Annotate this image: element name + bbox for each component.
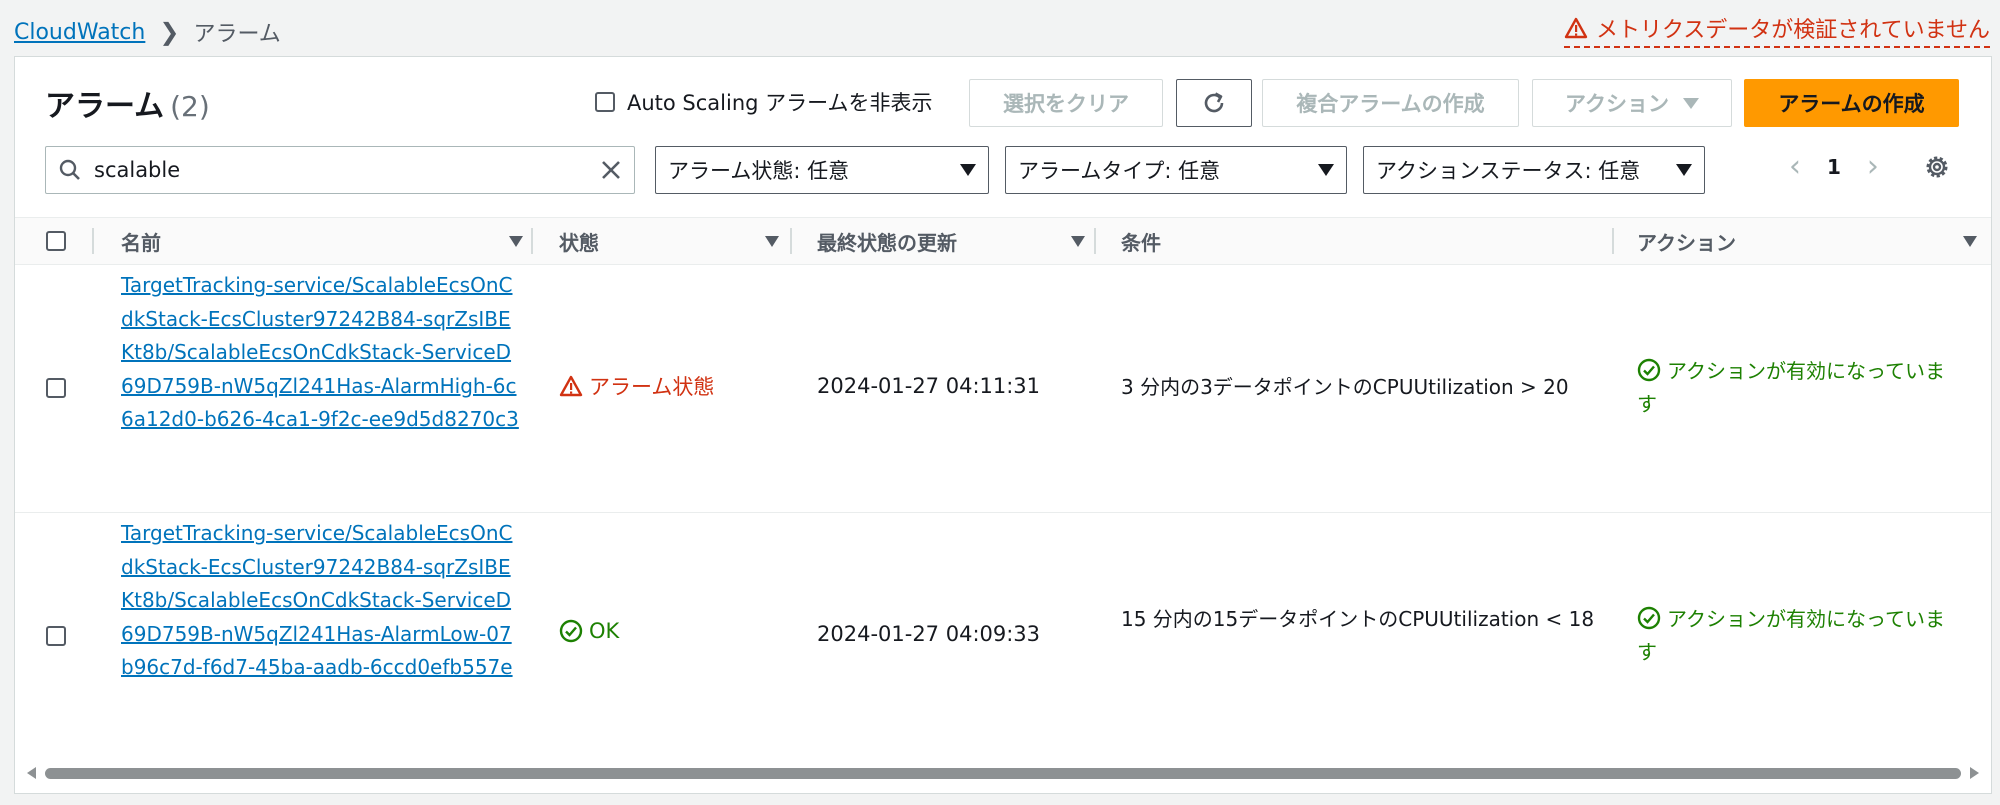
hide-autoscaling-label: Auto Scaling アラームを非表示 <box>627 91 933 115</box>
alarm-type-select-value: アラームタイプ: 任意 <box>1018 159 1221 183</box>
warning-icon <box>559 375 583 397</box>
condition-cell: 15 分内の15データポイントのCPUUtilization < 18 <box>1121 607 1595 631</box>
sort-icon <box>1963 236 1977 247</box>
check-circle-icon <box>1637 358 1661 382</box>
next-page-icon[interactable]: › <box>1867 149 1879 184</box>
column-header-name[interactable]: 名前 <box>121 218 531 264</box>
clear-search-icon[interactable] <box>600 159 622 181</box>
column-header-actions-label: アクション <box>1637 230 1736 255</box>
column-divider <box>790 228 792 254</box>
breadcrumb-current: アラーム <box>193 22 281 47</box>
scroll-right-icon[interactable] <box>1970 767 1979 779</box>
caret-down-icon <box>1318 164 1334 176</box>
hide-autoscaling-toggle[interactable]: Auto Scaling アラームを非表示 <box>595 87 933 117</box>
settings-gear-icon[interactable] <box>1923 153 1951 181</box>
column-divider <box>531 228 533 254</box>
refresh-button[interactable] <box>1176 79 1252 127</box>
create-alarm-button[interactable]: アラームの作成 <box>1744 79 1959 127</box>
warning-icon <box>1564 17 1588 39</box>
check-circle-icon <box>559 619 583 643</box>
column-header-condition: 条件 <box>1121 218 1601 264</box>
alarm-name-link[interactable]: TargetTracking-service/ScalableEcsOnCdkS… <box>121 273 519 431</box>
condition-cell: 3 分内の3データポイントのCPUUtilization > 20 <box>1121 375 1569 399</box>
column-header-state-label: 状態 <box>559 230 599 255</box>
column-divider <box>1612 228 1614 254</box>
pagination: ‹ 1 › <box>1789 149 1879 184</box>
horizontal-scrollbar[interactable] <box>23 764 1983 782</box>
alarm-state-text: OK <box>589 619 620 643</box>
check-circle-icon <box>1637 606 1661 630</box>
sort-icon <box>509 236 523 247</box>
column-header-condition-label: 条件 <box>1121 230 1161 255</box>
alarm-name-cell: TargetTracking-service/ScalableEcsOnCdkS… <box>121 517 521 685</box>
row-checkbox[interactable] <box>46 378 66 398</box>
column-header-state[interactable]: 状態 <box>559 218 787 264</box>
select-all-checkbox[interactable] <box>46 231 66 251</box>
clear-selection-button[interactable]: 選択をクリア <box>969 79 1163 127</box>
column-header-last-update-label: 最終状態の更新 <box>817 230 957 255</box>
page-title: アラーム <box>45 89 165 124</box>
table-row: TargetTracking-service/ScalableEcsOnCdkS… <box>15 513 1991 761</box>
alarm-name-cell: TargetTracking-service/ScalableEcsOnCdkS… <box>121 269 521 437</box>
caret-down-icon <box>1676 164 1692 176</box>
previous-page-icon[interactable]: ‹ <box>1789 149 1801 184</box>
create-composite-alarm-button[interactable]: 複合アラームの作成 <box>1262 79 1519 127</box>
search-input[interactable]: scalable <box>94 158 588 182</box>
alarm-type-select[interactable]: アラームタイプ: 任意 <box>1005 146 1347 194</box>
caret-down-icon <box>1682 97 1699 109</box>
sort-icon <box>765 236 779 247</box>
metric-data-warning[interactable]: メトリクスデータが検証されていません <box>1563 12 1990 48</box>
panel-header: アラーム (2) <box>45 81 210 125</box>
last-update-cell: 2024-01-27 04:11:31 <box>817 374 1041 398</box>
actions-dropdown-button[interactable]: アクション <box>1532 79 1732 127</box>
alarm-state-select[interactable]: アラーム状態: 任意 <box>655 146 989 194</box>
alarm-state-text: アラーム状態 <box>589 375 715 399</box>
scrollbar-thumb[interactable] <box>45 768 1961 779</box>
alarm-count: (2) <box>170 90 210 123</box>
column-divider <box>92 228 94 254</box>
alarm-state-cell: OK <box>559 619 619 643</box>
table-row: TargetTracking-service/ScalableEcsOnCdkS… <box>15 265 1991 513</box>
column-header-last-update[interactable]: 最終状態の更新 <box>817 218 1099 264</box>
actions-status-cell: アクションが有効になっています <box>1637 355 1957 421</box>
search-icon <box>59 159 80 180</box>
actions-dropdown-label: アクション <box>1565 92 1669 116</box>
refresh-icon <box>1204 92 1224 113</box>
actions-status-text: アクションが有効になっています <box>1637 359 1945 416</box>
scroll-left-icon[interactable] <box>27 767 36 779</box>
last-update-cell: 2024-01-27 04:09:33 <box>817 622 1041 646</box>
breadcrumb: CloudWatch ❯ アラーム <box>14 14 281 50</box>
alarm-name-link[interactable]: TargetTracking-service/ScalableEcsOnCdkS… <box>121 521 513 679</box>
current-page-number[interactable]: 1 <box>1827 155 1841 179</box>
row-checkbox[interactable] <box>46 626 66 646</box>
chevron-right-icon: ❯ <box>159 18 180 46</box>
search-field[interactable]: scalable <box>45 146 635 194</box>
alarms-panel: アラーム (2) Auto Scaling アラームを非表示 選択をクリア 複合… <box>14 56 1992 794</box>
table-header: 名前 状態 最終状態の更新 条件 アクション <box>15 217 1991 265</box>
action-status-select-value: アクションステータス: 任意 <box>1376 159 1641 183</box>
column-divider <box>1094 228 1096 254</box>
alarm-state-cell: アラーム状態 <box>559 371 714 401</box>
column-header-actions[interactable]: アクション <box>1637 218 1977 264</box>
hide-autoscaling-checkbox[interactable] <box>595 92 615 112</box>
alarm-state-select-value: アラーム状態: 任意 <box>668 159 850 183</box>
breadcrumb-cloudwatch-link[interactable]: CloudWatch <box>14 20 145 45</box>
action-status-select[interactable]: アクションステータス: 任意 <box>1363 146 1705 194</box>
actions-status-cell: アクションが有効になっています <box>1637 603 1957 669</box>
sort-icon <box>1071 236 1085 247</box>
actions-status-text: アクションが有効になっています <box>1637 607 1945 664</box>
caret-down-icon <box>960 164 976 176</box>
column-header-name-label: 名前 <box>121 230 161 255</box>
metric-warning-text: メトリクスデータが検証されていません <box>1595 18 1990 43</box>
